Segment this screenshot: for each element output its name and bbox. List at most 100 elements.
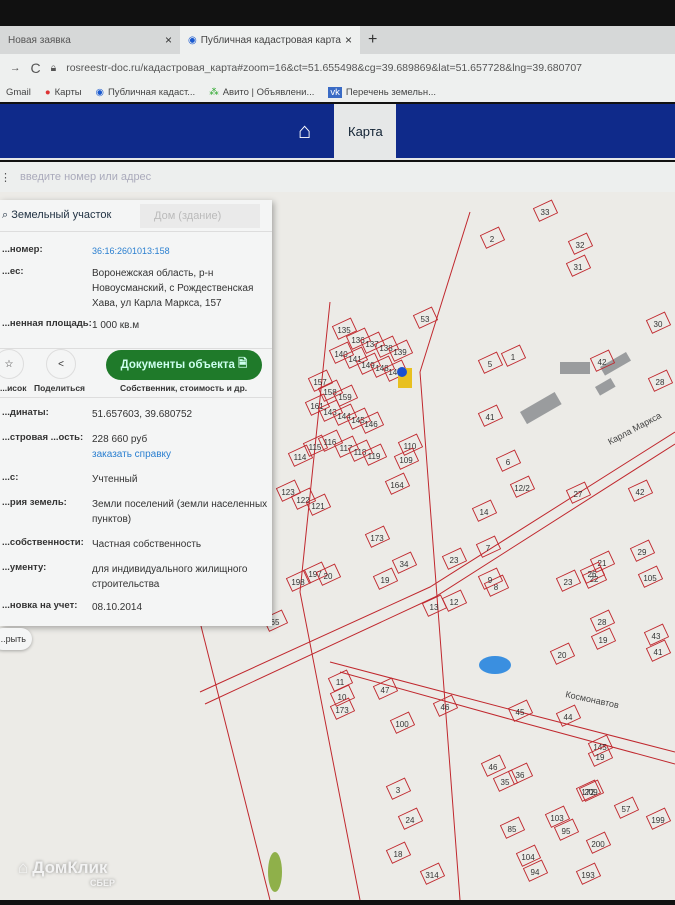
pin-icon: ● <box>44 86 51 98</box>
tab-land-parcel[interactable]: ⌕ Земельный участок <box>0 209 140 222</box>
parcel-label: 198 <box>291 578 305 587</box>
parcel-label: 119 <box>368 452 381 461</box>
row-address: ...ес: Воронежская область, р-н Новоусман… <box>2 266 270 311</box>
parcel-label: 145 <box>351 416 365 425</box>
tab-cadastral-map[interactable]: ◉ Публичная кадастровая карта × <box>180 26 360 54</box>
parcel-label: 43 <box>652 632 661 641</box>
row-area: ...ненная площадь: 1 000 кв.м <box>2 318 270 333</box>
new-tab-button[interactable]: + <box>368 31 377 49</box>
label: ...ументу: <box>2 562 47 573</box>
green-area <box>268 852 282 892</box>
parcel-label: 114 <box>294 453 307 462</box>
value: Воронежская область, р-н Новоусманский, … <box>92 268 254 309</box>
parcel-label: 46 <box>441 703 450 712</box>
value: Частная собственность <box>92 539 202 550</box>
open-button[interactable]: ...рыть <box>0 628 32 650</box>
tab-house[interactable]: Дом (здание) <box>140 203 260 228</box>
share-icon: < <box>58 358 64 370</box>
parcel-label: 122 <box>296 496 310 505</box>
parcel-label: 26 <box>588 570 597 579</box>
close-icon[interactable]: × <box>345 33 352 47</box>
bookmark-avito[interactable]: ⁂ Авито | Объявлени... <box>209 87 314 98</box>
parcel-label: 19 <box>599 636 608 645</box>
value: Учтенный <box>92 474 138 485</box>
parcel-label: 32 <box>576 241 585 250</box>
parcel-label: 30 <box>654 320 663 329</box>
parcel-label: 109 <box>399 456 413 465</box>
parcel-label: 28 <box>656 378 665 387</box>
nav-map[interactable]: Карта <box>348 124 383 139</box>
globe-icon: ◉ <box>188 34 197 46</box>
parcel-label: 85 <box>508 825 517 834</box>
forward-icon[interactable]: → <box>10 62 21 74</box>
parcel-label: 12 <box>450 598 459 607</box>
star-icon: ☆ <box>4 358 14 370</box>
parcel-label: 29 <box>638 548 647 557</box>
label: ...ес: <box>2 266 24 277</box>
parcel-label: 149 <box>361 361 375 370</box>
parcel-label: 143 <box>323 408 337 417</box>
parcel-label: 121 <box>311 502 325 511</box>
value: 08.10.2014 <box>92 602 143 613</box>
lock-icon: 🔒︎ <box>50 61 57 74</box>
share-label: Поделиться <box>34 383 86 393</box>
parcel-label: 314 <box>425 871 439 880</box>
parcel-label: 24 <box>406 816 415 825</box>
bookmark-vk[interactable]: vk Перечень земельн... <box>328 86 436 98</box>
tab-label: Земельный участок <box>11 209 112 221</box>
address-bar[interactable]: → C 🔒︎ rosreestr-doc.ru/кадастровая_карт… <box>0 54 675 82</box>
parcel-label: 41 <box>654 648 663 657</box>
parcel-label: 44 <box>564 713 573 722</box>
value: для индивидуального жилищного строительс… <box>92 564 248 590</box>
row-permitted-use: ...ументу: для индивидуального жилищного … <box>2 562 270 592</box>
bookmark-cadastral[interactable]: ◉ Публичная кадаст... <box>96 87 196 98</box>
parcel-label: 144 <box>337 412 351 421</box>
header-bar-right <box>396 104 675 158</box>
order-report-link[interactable]: заказать справку <box>92 449 171 460</box>
home-icon[interactable]: ⌂ <box>298 118 311 144</box>
documents-button[interactable]: Документы объекта 🗎︎ <box>106 350 262 380</box>
parcel-label: 46 <box>489 763 498 772</box>
row-land-category: ...рия земель: Земли поселений (земли нас… <box>2 497 270 527</box>
parcel-label: 193 <box>581 871 595 880</box>
street-label: Космонавтов <box>565 689 620 710</box>
avito-icon: ⁂ <box>209 86 219 98</box>
parcel-label: 100 <box>395 720 409 729</box>
tab-label: Дом (здание) <box>154 209 222 222</box>
parcel-label: 115 <box>309 443 322 452</box>
search-input[interactable]: ⋮ введите номер или адрес <box>0 162 675 192</box>
menu-icon[interactable]: ⋮ <box>0 171 11 184</box>
road-outline <box>339 671 675 765</box>
row-registration-date: ...новка на учет: 08.10.2014 <box>2 600 270 615</box>
parcel-label: 137 <box>365 340 379 349</box>
parcel-label: 9 <box>488 576 493 585</box>
parcel-label: 33 <box>541 208 550 217</box>
add-to-list-button[interactable]: ☆ <box>0 349 24 379</box>
tab-new-request[interactable]: Новая заявка × <box>0 26 180 54</box>
parcel-label: 200 <box>591 840 605 849</box>
parcel-label: 57 <box>622 805 631 814</box>
location-marker-icon[interactable] <box>397 367 407 377</box>
url-text[interactable]: rosreestr-doc.ru/кадастровая_карта#zoom=… <box>66 62 582 74</box>
label: ...динаты: <box>2 407 49 418</box>
parcel-label: 14 <box>480 508 489 517</box>
vk-icon: vk <box>328 86 342 98</box>
parcel-label: 197 <box>308 570 322 579</box>
close-icon[interactable]: × <box>165 33 172 47</box>
parcel-label: 199 <box>651 816 665 825</box>
value: 228 660 руб <box>92 434 148 445</box>
share-button[interactable]: < <box>46 349 76 379</box>
label: ...номер: <box>2 244 43 255</box>
tab-title: Новая заявка <box>8 34 71 46</box>
bookmarks-bar: Gmail ● Карты ◉ Публичная кадаст... ⁂ Авито… <box>0 82 675 102</box>
parcel-label: 47 <box>381 686 390 695</box>
parcel-label: 27 <box>574 490 583 499</box>
bookmark-gmail[interactable]: Gmail <box>6 87 31 98</box>
cadastral-number-link[interactable]: 36:16:2601013:158 <box>92 244 270 259</box>
parcel-label: 19 <box>596 753 605 762</box>
bookmark-maps[interactable]: ● Карты <box>45 87 82 98</box>
reload-icon[interactable]: C <box>31 60 41 76</box>
tab-strip: Новая заявка × ◉ Публичная кадастровая кар… <box>0 26 675 54</box>
parcel-label: 6 <box>506 458 511 467</box>
parcel-label: 146 <box>364 420 378 429</box>
